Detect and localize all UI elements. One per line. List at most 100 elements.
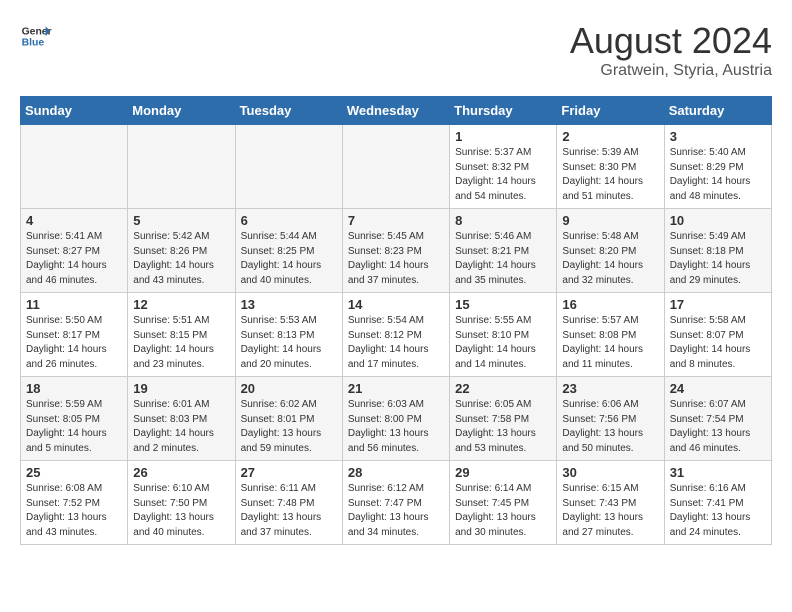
- location: Gratwein, Styria, Austria: [570, 62, 772, 80]
- logo-icon: General Blue: [20, 20, 52, 52]
- calendar-day: 21Sunrise: 6:03 AM Sunset: 8:00 PM Dayli…: [342, 377, 449, 461]
- day-number: 17: [670, 297, 766, 312]
- calendar-day: 6Sunrise: 5:44 AM Sunset: 8:25 PM Daylig…: [235, 209, 342, 293]
- day-number: 4: [26, 213, 122, 228]
- day-number: 14: [348, 297, 444, 312]
- calendar-day: 30 Sunrise: 6:15 AM Sunset: 7:43 PM Dayli…: [557, 461, 664, 545]
- day-number: 24: [670, 381, 766, 396]
- page-header: General Blue August 2024 Gratwein, Styri…: [20, 20, 772, 80]
- day-info: Sunrise: 6:11 AM Sunset: 7:48 PM Dayligh…: [241, 483, 322, 538]
- calendar-day: 17 Sunrise: 5:58 AM Sunset: 8:07 PM Dayli…: [664, 293, 771, 377]
- weekday-header-row: SundayMondayTuesdayWednesdayThursdayFrid…: [21, 97, 772, 125]
- calendar-day: 24Sunrise: 6:07 AM Sunset: 7:54 PM Dayli…: [664, 377, 771, 461]
- calendar-day: 29 Sunrise: 6:14 AM Sunset: 7:45 PM Dayli…: [450, 461, 557, 545]
- day-info: Sunrise: 6:16 AM Sunset: 7:41 PM Dayligh…: [670, 483, 751, 538]
- calendar-day: 19 Sunrise: 6:01 AM Sunset: 8:03 PM Dayli…: [128, 377, 235, 461]
- day-info: Sunrise: 6:12 AM Sunset: 7:47 PM Dayligh…: [348, 483, 429, 538]
- day-info: Sunrise: 5:54 AM Sunset: 8:12 PM Dayligh…: [348, 315, 429, 370]
- day-number: 23: [562, 381, 658, 396]
- day-number: 28: [348, 465, 444, 480]
- calendar-day: 8 Sunrise: 5:46 AM Sunset: 8:21 PM Daylig…: [450, 209, 557, 293]
- day-number: 25: [26, 465, 122, 480]
- day-info: Sunrise: 5:51 AM Sunset: 8:15 PM Dayligh…: [133, 315, 214, 370]
- day-info: Sunrise: 5:44 AM Sunset: 8:25 PM Dayligh…: [241, 231, 322, 286]
- calendar-day: 4 Sunrise: 5:41 AM Sunset: 8:27 PM Daylig…: [21, 209, 128, 293]
- day-number: 18: [26, 381, 122, 396]
- calendar-day: 12Sunrise: 5:51 AM Sunset: 8:15 PM Dayli…: [128, 293, 235, 377]
- day-info: Sunrise: 6:15 AM Sunset: 7:43 PM Dayligh…: [562, 483, 643, 538]
- weekday-header: Thursday: [450, 97, 557, 125]
- day-info: Sunrise: 6:08 AM Sunset: 7:52 PM Dayligh…: [26, 483, 107, 538]
- calendar-day: 7 Sunrise: 5:45 AM Sunset: 8:23 PM Daylig…: [342, 209, 449, 293]
- weekday-header: Wednesday: [342, 97, 449, 125]
- day-info: Sunrise: 5:59 AM Sunset: 8:05 PM Dayligh…: [26, 399, 107, 454]
- day-number: 16: [562, 297, 658, 312]
- day-number: 22: [455, 381, 551, 396]
- calendar-table: SundayMondayTuesdayWednesdayThursdayFrid…: [20, 96, 772, 545]
- calendar-day: 23 Sunrise: 6:06 AM Sunset: 7:56 PM Dayli…: [557, 377, 664, 461]
- day-info: Sunrise: 5:49 AM Sunset: 8:18 PM Dayligh…: [670, 231, 751, 286]
- calendar-week-row: 18 Sunrise: 5:59 AM Sunset: 8:05 PM Dayli…: [21, 377, 772, 461]
- calendar-day: 10 Sunrise: 5:49 AM Sunset: 8:18 PM Dayli…: [664, 209, 771, 293]
- weekday-header: Friday: [557, 97, 664, 125]
- calendar-day: 20 Sunrise: 6:02 AM Sunset: 8:01 PM Dayli…: [235, 377, 342, 461]
- calendar-week-row: 1Sunrise: 5:37 AM Sunset: 8:32 PM Daylig…: [21, 125, 772, 209]
- weekday-header: Sunday: [21, 97, 128, 125]
- day-number: 31: [670, 465, 766, 480]
- calendar-day: 2Sunrise: 5:39 AM Sunset: 8:30 PM Daylig…: [557, 125, 664, 209]
- weekday-header: Monday: [128, 97, 235, 125]
- day-number: 1: [455, 129, 551, 144]
- day-number: 20: [241, 381, 337, 396]
- day-info: Sunrise: 6:14 AM Sunset: 7:45 PM Dayligh…: [455, 483, 536, 538]
- day-info: Sunrise: 5:41 AM Sunset: 8:27 PM Dayligh…: [26, 231, 107, 286]
- day-number: 19: [133, 381, 229, 396]
- day-info: Sunrise: 6:01 AM Sunset: 8:03 PM Dayligh…: [133, 399, 214, 454]
- day-number: 8: [455, 213, 551, 228]
- weekday-header: Saturday: [664, 97, 771, 125]
- day-info: Sunrise: 5:58 AM Sunset: 8:07 PM Dayligh…: [670, 315, 751, 370]
- calendar-day: 22 Sunrise: 6:05 AM Sunset: 7:58 PM Dayli…: [450, 377, 557, 461]
- title-block: August 2024 Gratwein, Styria, Austria: [570, 20, 772, 80]
- calendar-day: 14 Sunrise: 5:54 AM Sunset: 8:12 PM Dayli…: [342, 293, 449, 377]
- calendar-day: [235, 125, 342, 209]
- calendar-day: [342, 125, 449, 209]
- weekday-header: Tuesday: [235, 97, 342, 125]
- calendar-week-row: 4 Sunrise: 5:41 AM Sunset: 8:27 PM Daylig…: [21, 209, 772, 293]
- calendar-day: 26 Sunrise: 6:10 AM Sunset: 7:50 PM Dayli…: [128, 461, 235, 545]
- calendar-week-row: 25 Sunrise: 6:08 AM Sunset: 7:52 PM Dayli…: [21, 461, 772, 545]
- day-number: 30: [562, 465, 658, 480]
- day-number: 26: [133, 465, 229, 480]
- calendar-day: 1Sunrise: 5:37 AM Sunset: 8:32 PM Daylig…: [450, 125, 557, 209]
- calendar-day: [21, 125, 128, 209]
- day-info: Sunrise: 6:02 AM Sunset: 8:01 PM Dayligh…: [241, 399, 322, 454]
- day-info: Sunrise: 5:42 AM Sunset: 8:26 PM Dayligh…: [133, 231, 214, 286]
- day-info: Sunrise: 6:06 AM Sunset: 7:56 PM Dayligh…: [562, 399, 643, 454]
- day-info: Sunrise: 5:39 AM Sunset: 8:30 PM Dayligh…: [562, 147, 643, 202]
- day-number: 10: [670, 213, 766, 228]
- calendar-day: 27Sunrise: 6:11 AM Sunset: 7:48 PM Dayli…: [235, 461, 342, 545]
- calendar-day: 18 Sunrise: 5:59 AM Sunset: 8:05 PM Dayli…: [21, 377, 128, 461]
- calendar-day: 13Sunrise: 5:53 AM Sunset: 8:13 PM Dayli…: [235, 293, 342, 377]
- calendar-day: 5Sunrise: 5:42 AM Sunset: 8:26 PM Daylig…: [128, 209, 235, 293]
- calendar-day: [128, 125, 235, 209]
- day-info: Sunrise: 5:40 AM Sunset: 8:29 PM Dayligh…: [670, 147, 751, 202]
- logo: General Blue: [20, 20, 52, 52]
- day-info: Sunrise: 5:48 AM Sunset: 8:20 PM Dayligh…: [562, 231, 643, 286]
- day-number: 29: [455, 465, 551, 480]
- month-title: August 2024: [570, 20, 772, 62]
- calendar-day: 9Sunrise: 5:48 AM Sunset: 8:20 PM Daylig…: [557, 209, 664, 293]
- day-info: Sunrise: 5:45 AM Sunset: 8:23 PM Dayligh…: [348, 231, 429, 286]
- day-info: Sunrise: 6:03 AM Sunset: 8:00 PM Dayligh…: [348, 399, 429, 454]
- calendar-day: 16Sunrise: 5:57 AM Sunset: 8:08 PM Dayli…: [557, 293, 664, 377]
- day-info: Sunrise: 5:55 AM Sunset: 8:10 PM Dayligh…: [455, 315, 536, 370]
- day-number: 7: [348, 213, 444, 228]
- day-info: Sunrise: 5:46 AM Sunset: 8:21 PM Dayligh…: [455, 231, 536, 286]
- calendar-day: 11Sunrise: 5:50 AM Sunset: 8:17 PM Dayli…: [21, 293, 128, 377]
- calendar-day: 31 Sunrise: 6:16 AM Sunset: 7:41 PM Dayli…: [664, 461, 771, 545]
- calendar-day: 3 Sunrise: 5:40 AM Sunset: 8:29 PM Daylig…: [664, 125, 771, 209]
- calendar-day: 28 Sunrise: 6:12 AM Sunset: 7:47 PM Dayli…: [342, 461, 449, 545]
- day-info: Sunrise: 6:05 AM Sunset: 7:58 PM Dayligh…: [455, 399, 536, 454]
- day-number: 3: [670, 129, 766, 144]
- day-number: 13: [241, 297, 337, 312]
- day-info: Sunrise: 6:10 AM Sunset: 7:50 PM Dayligh…: [133, 483, 214, 538]
